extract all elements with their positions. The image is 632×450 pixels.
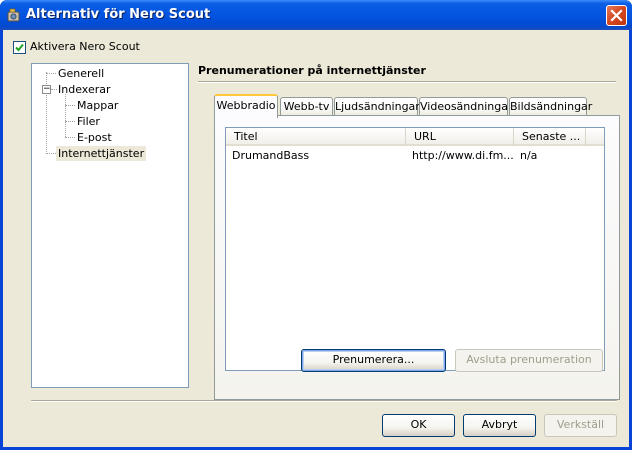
apply-button[interactable]: Verkställ [544, 414, 617, 437]
column-header-senaste[interactable]: Senaste ... [514, 128, 586, 146]
unsubscribe-button[interactable]: Avsluta prenumeration [455, 349, 603, 372]
nero-scout-app-icon [7, 8, 20, 22]
tree-connector [65, 94, 66, 137]
cell-url: http://www.di.fm... [412, 149, 514, 162]
tree-item-mappar[interactable]: Mappar [75, 98, 120, 113]
tree-item-indexerar[interactable]: Indexerar [56, 82, 113, 97]
collapse-icon[interactable]: − [42, 85, 51, 94]
close-icon [610, 9, 623, 22]
tree-connector [65, 105, 75, 106]
tree-connector [65, 121, 75, 122]
enable-nero-scout-checkbox[interactable] [13, 41, 26, 54]
table-row[interactable]: DrumandBass http://www.di.fm... n/a [226, 148, 604, 164]
tree-item-e-post[interactable]: E-post [75, 130, 114, 145]
checkmark-icon [15, 43, 24, 52]
tree-item-filer[interactable]: Filer [75, 114, 102, 129]
tree-item-internettjanster[interactable]: Internettjänster [56, 146, 147, 161]
section-title: Prenumerationer på internettjänster [198, 64, 426, 77]
cancel-button[interactable]: Avbryt [463, 414, 536, 437]
settings-tree[interactable]: − Generell Indexerar Mappar Filer E-post… [31, 63, 189, 388]
subscribe-button[interactable]: Prenumerera... [301, 349, 446, 372]
footer-divider [31, 400, 617, 402]
enable-nero-scout-label[interactable]: Aktivera Nero Scout [30, 40, 140, 53]
cell-latest: n/a [520, 149, 538, 162]
close-button[interactable] [606, 5, 627, 26]
dialog-body: Aktivera Nero Scout − Generell Indexerar… [3, 30, 629, 447]
section-divider [198, 81, 616, 83]
column-header-titel[interactable]: Titel [226, 128, 406, 146]
list-header: Titel URL Senaste ... [226, 128, 604, 146]
tree-connector [65, 137, 75, 138]
title-bar[interactable]: Alternativ för Nero Scout [0, 0, 632, 30]
tree-connector [46, 153, 56, 154]
cell-title: DrumandBass [232, 149, 310, 162]
ok-button[interactable]: OK [382, 414, 455, 437]
dialog-window: Alternativ för Nero Scout Aktivera Nero … [0, 0, 632, 450]
subscriptions-list[interactable]: Titel URL Senaste ... DrumandBass http:/… [225, 127, 605, 371]
tree-connector [46, 73, 56, 74]
tree-item-generell[interactable]: Generell [56, 66, 106, 81]
window-title: Alternativ för Nero Scout [26, 7, 211, 22]
tab-webbradio[interactable]: Webbradio [214, 94, 278, 118]
column-header-url[interactable]: URL [406, 128, 514, 146]
